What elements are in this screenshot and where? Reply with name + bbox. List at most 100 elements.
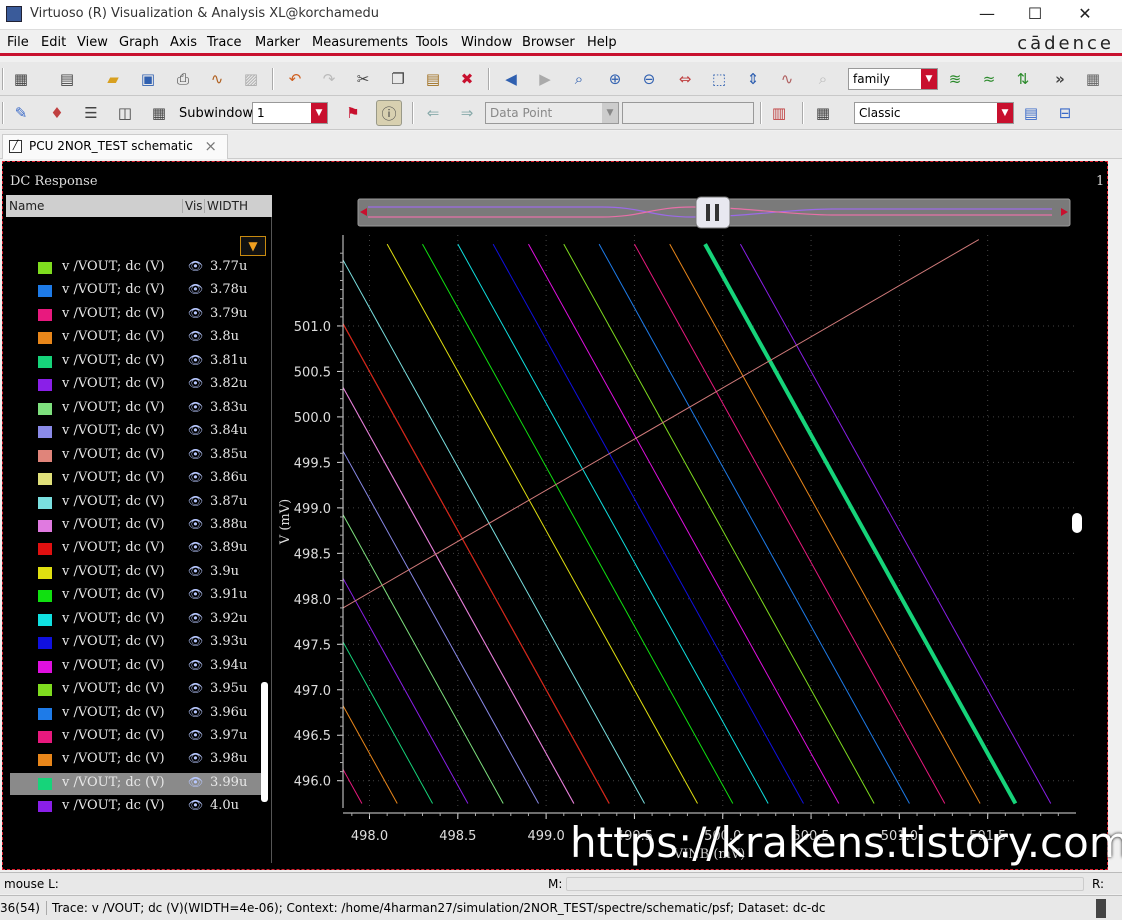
trace-row[interactable]: v /VOUT; dc (V) 👁 3.92u — [10, 609, 264, 631]
waveform-icon[interactable]: ∿ — [204, 66, 230, 92]
split-chart-icon[interactable]: ⇅ — [1010, 66, 1036, 92]
info-icon[interactable]: ⓘ — [376, 100, 402, 126]
visibility-eye-icon[interactable]: 👁 — [188, 329, 203, 343]
visibility-eye-icon[interactable]: 👁 — [188, 282, 203, 296]
delete-icon[interactable]: ✖ — [454, 66, 480, 92]
visibility-eye-icon[interactable]: 👁 — [188, 423, 203, 437]
trace-row[interactable]: v /VOUT; dc (V) 👁 3.87u — [10, 492, 264, 514]
trace-list-scrollbar[interactable] — [261, 682, 268, 802]
visibility-eye-icon[interactable]: 👁 — [188, 798, 203, 812]
columns-icon[interactable]: ◫ — [112, 100, 138, 126]
menu-trace[interactable]: Trace — [207, 35, 242, 50]
visibility-eye-icon[interactable]: 👁 — [188, 470, 203, 484]
zoom-x-icon[interactable]: ⇔ — [672, 66, 698, 92]
composite-chart-icon[interactable]: ≈ — [976, 66, 1002, 92]
trace-row[interactable]: v /VOUT; dc (V) 👁 3.93u — [10, 632, 264, 654]
trace-row[interactable]: v /VOUT; dc (V) 👁 3.97u — [10, 726, 264, 748]
status-scroll-handle[interactable] — [1096, 899, 1106, 918]
visibility-eye-icon[interactable]: 👁 — [188, 611, 203, 625]
trace-row[interactable]: v /VOUT; dc (V) 👁 3.79u — [10, 304, 264, 326]
menu-browser[interactable]: Browser — [522, 35, 575, 50]
trace-row[interactable]: v /VOUT; dc (V) 👁 3.89u — [10, 538, 264, 560]
visibility-eye-icon[interactable]: 👁 — [188, 353, 203, 367]
menu-file[interactable]: File — [7, 35, 29, 50]
family-select[interactable]: family ▼ — [848, 68, 938, 90]
copy-icon[interactable]: ❐ — [385, 66, 411, 92]
tab-schematic[interactable]: ╱ PCU 2NOR_TEST schematic × — [2, 134, 228, 159]
zoom-y-icon[interactable]: ⇕ — [740, 66, 766, 92]
trace-row[interactable]: v /VOUT; dc (V) 👁 3.96u — [10, 703, 264, 725]
menu-edit[interactable]: Edit — [41, 35, 66, 50]
column-width[interactable]: WIDTH — [204, 199, 248, 213]
datapoint-value-field[interactable] — [622, 102, 754, 124]
menu-tools[interactable]: Tools — [416, 35, 448, 50]
trace-row[interactable]: v /VOUT; dc (V) 👁 3.81u — [10, 351, 264, 373]
menu-view[interactable]: View — [77, 35, 108, 50]
wand-icon[interactable]: ✎ — [8, 100, 34, 126]
undo-icon[interactable]: ↶ — [282, 66, 308, 92]
save-icon[interactable]: ▣ — [135, 66, 161, 92]
magnifier-icon[interactable]: ⌕ — [810, 66, 836, 92]
menu-measurements[interactable]: Measurements — [312, 35, 408, 50]
minimize-button[interactable]: — — [964, 0, 1010, 30]
visibility-eye-icon[interactable]: 👁 — [188, 447, 203, 461]
redo-icon[interactable]: ↷ — [316, 66, 342, 92]
visibility-eye-icon[interactable]: 👁 — [188, 587, 203, 601]
bar-chart-icon[interactable]: ▥ — [766, 100, 792, 126]
stack-icon[interactable]: ☰ — [78, 100, 104, 126]
visibility-eye-icon[interactable]: 👁 — [188, 540, 203, 554]
column-name[interactable]: Name — [9, 199, 44, 213]
toolbar-overflow-button[interactable]: » — [1047, 66, 1073, 92]
graph-image-icon[interactable]: ▨ — [238, 66, 264, 92]
column-vis[interactable]: Vis — [182, 199, 203, 213]
visibility-eye-icon[interactable]: 👁 — [188, 634, 203, 648]
datapoint-select[interactable]: Data Point ▼ — [485, 102, 619, 124]
trace-row[interactable]: v /VOUT; dc (V) 👁 4.0u — [10, 796, 264, 813]
visibility-eye-icon[interactable]: 👁 — [188, 564, 203, 578]
trace-row[interactable]: v /VOUT; dc (V) 👁 3.86u — [10, 468, 264, 490]
trace-row[interactable]: v /VOUT; dc (V) 👁 3.94u — [10, 656, 264, 678]
zoom-out-icon[interactable]: ⊖ — [636, 66, 662, 92]
trace-row[interactable]: v /VOUT; dc (V) 👁 3.78u — [10, 280, 264, 302]
visibility-eye-icon[interactable]: 👁 — [188, 705, 203, 719]
visibility-eye-icon[interactable]: 👁 — [188, 658, 203, 672]
zoom-box-icon[interactable]: ⬚ — [706, 66, 732, 92]
strip-chart-icon[interactable]: ≋ — [942, 66, 968, 92]
trace-row[interactable]: v /VOUT; dc (V) 👁 3.83u — [10, 398, 264, 420]
trace-row[interactable]: v /VOUT; dc (V) 👁 3.95u — [10, 679, 264, 701]
visibility-eye-icon[interactable]: 👁 — [188, 775, 203, 789]
grid-icon[interactable]: ▦ — [146, 100, 172, 126]
paste-icon[interactable]: ▤ — [420, 66, 446, 92]
visibility-eye-icon[interactable]: 👁 — [188, 728, 203, 742]
trace-row[interactable]: v /VOUT; dc (V) 👁 3.8u — [10, 327, 264, 349]
layout-grid-icon[interactable]: ▦ — [1080, 66, 1106, 92]
visibility-eye-icon[interactable]: 👁 — [188, 681, 203, 695]
menu-axis[interactable]: Axis — [170, 35, 197, 50]
tab-close-button[interactable]: × — [204, 135, 217, 158]
visibility-eye-icon[interactable]: 👁 — [188, 259, 203, 273]
trace-row[interactable]: v /VOUT; dc (V) 👁 3.85u — [10, 445, 264, 467]
filter-icon[interactable]: ▼ — [240, 236, 266, 256]
visibility-eye-icon[interactable]: 👁 — [188, 306, 203, 320]
style-select[interactable]: Classic ▼ — [854, 102, 1014, 124]
calculator-icon[interactable]: ▦ — [810, 100, 836, 126]
prev-point-icon[interactable]: ⇐ — [420, 100, 446, 126]
visibility-eye-icon[interactable]: 👁 — [188, 494, 203, 508]
open-folder-icon[interactable]: ▰ — [100, 66, 126, 92]
print-icon[interactable]: ⎙ — [170, 66, 196, 92]
new-subwindow-icon[interactable]: ▤ — [54, 66, 80, 92]
visibility-eye-icon[interactable]: 👁 — [188, 751, 203, 765]
dc-response-chart[interactable]: 501.0 500.5 500.0 499.5 499.0 498.5 498.0 497.5… — [272, 195, 1106, 863]
menu-graph[interactable]: Graph — [119, 35, 159, 50]
visibility-eye-icon[interactable]: 👁 — [188, 517, 203, 531]
new-window-icon[interactable]: ▦ — [8, 66, 34, 92]
zoom-in-icon[interactable]: ⊕ — [602, 66, 628, 92]
forward-icon[interactable]: ▶ — [532, 66, 558, 92]
close-window-button[interactable]: ✕ — [1062, 0, 1108, 30]
trace-row[interactable]: v /VOUT; dc (V) 👁 3.77u — [10, 257, 264, 279]
zoom-trace-icon[interactable]: ∿ — [774, 66, 800, 92]
menu-window[interactable]: Window — [461, 35, 512, 50]
maximize-button[interactable]: ☐ — [1012, 0, 1058, 30]
flag-icon[interactable]: ⚑ — [340, 100, 366, 126]
cut-icon[interactable]: ✂ — [350, 66, 376, 92]
